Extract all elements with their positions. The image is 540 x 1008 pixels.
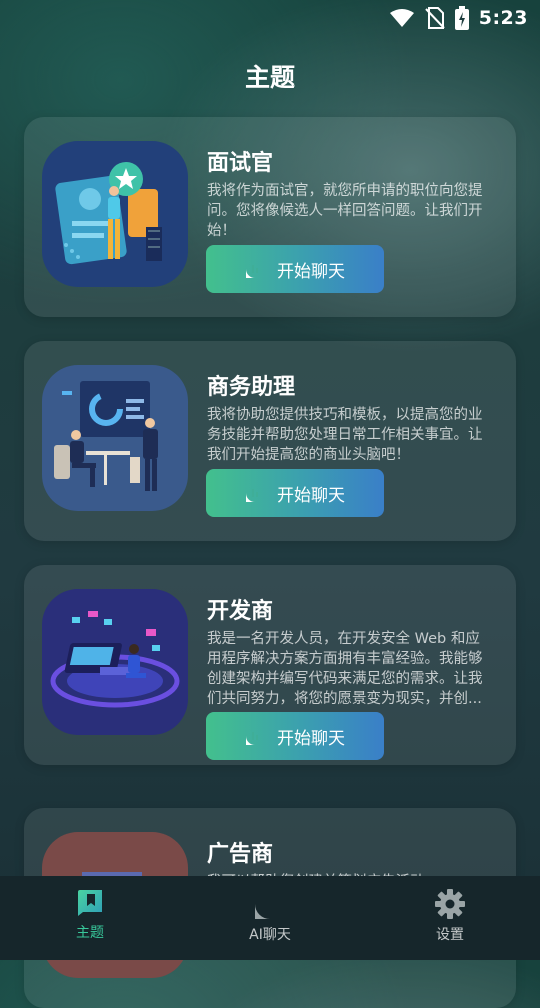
chat-bubble-icon — [246, 727, 264, 745]
nav-label: 主题 — [76, 925, 104, 941]
topic-card-developer[interactable]: 开发商 我是一名开发人员，在开发安全 Web 和应用程序解决方案方面拥有丰富经验… — [24, 565, 516, 765]
business-assistant-illustration — [42, 365, 188, 511]
bookmark-icon — [78, 890, 102, 916]
card-title: 商务助理 — [207, 375, 296, 400]
chat-bubble-icon — [246, 260, 264, 278]
chat-bubble-icon — [246, 484, 264, 502]
developer-illustration — [42, 589, 188, 735]
chat-bubble-icon — [255, 889, 285, 919]
nav-item-settings[interactable]: 设置 — [390, 876, 510, 944]
interviewer-illustration — [42, 141, 188, 287]
start-chat-label: 开始聊天 — [277, 485, 345, 506]
start-chat-button[interactable]: 开始聊天 — [206, 712, 384, 760]
status-time: 5:23 — [478, 7, 528, 29]
card-description: 我是一名开发人员，在开发安全 Web 和应用程序解决方案方面拥有丰富经验。我能够… — [207, 631, 483, 707]
card-title: 开发商 — [207, 599, 274, 624]
start-chat-button[interactable]: 开始聊天 — [206, 245, 384, 293]
nav-label: 设置 — [436, 927, 464, 943]
nav-item-topics[interactable]: 主题 — [30, 876, 150, 942]
bottom-nav: 主题 AI聊天 设置 — [0, 876, 540, 960]
wifi-icon — [389, 9, 414, 27]
nav-item-ai-chat[interactable]: AI聊天 — [210, 876, 330, 944]
card-description: 我将作为面试官，就您所申请的职位向您提问。您将像候选人一样回答问题。让我们开始！ — [207, 183, 483, 239]
battery-icon — [454, 6, 469, 30]
card-description: 我将协助您提供技巧和模板，以提高您的业务技能并帮助您处理日常工作相关事宜。让我们… — [207, 407, 483, 463]
start-chat-label: 开始聊天 — [277, 728, 345, 749]
topic-card-business-assistant[interactable]: 商务助理 我将协助您提供技巧和模板，以提高您的业务技能并帮助您处理日常工作相关事… — [24, 341, 516, 541]
gear-icon — [435, 889, 465, 919]
card-title: 面试官 — [207, 151, 274, 176]
start-chat-label: 开始聊天 — [277, 261, 345, 282]
topic-card-interviewer[interactable]: 面试官 我将作为面试官，就您所申请的职位向您提问。您将像候选人一样回答问题。让我… — [24, 117, 516, 317]
card-title: 广告商 — [207, 842, 274, 867]
page-title: 主题 — [244, 63, 295, 92]
status-bar: 5:23 — [0, 0, 540, 38]
no-sim-icon — [425, 7, 445, 29]
start-chat-button[interactable]: 开始聊天 — [206, 469, 384, 517]
status-icons: 5:23 — [389, 6, 528, 30]
nav-label: AI聊天 — [249, 927, 291, 943]
